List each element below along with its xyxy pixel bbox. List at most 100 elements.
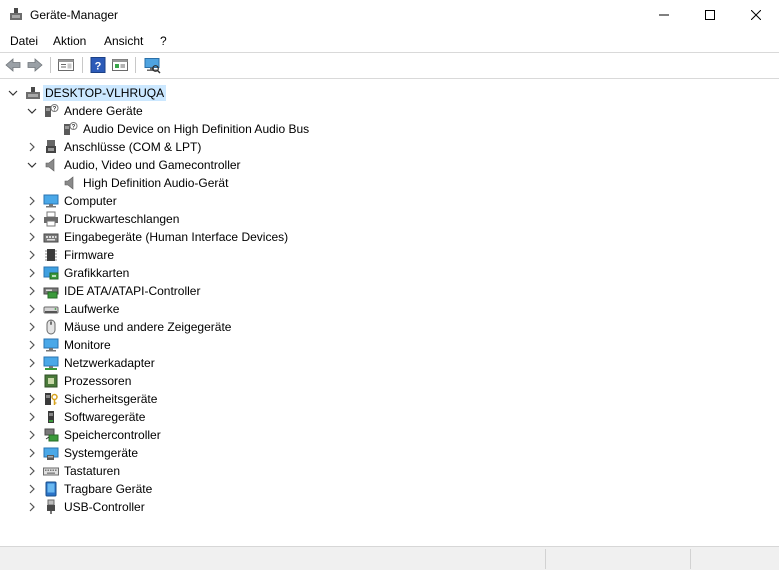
chevron-right-icon[interactable] (27, 466, 37, 476)
minimize-icon (659, 14, 669, 16)
tree-node-label: Netzwerkadapter (64, 356, 155, 370)
tree-node-anschluesse[interactable]: Anschlüsse (COM & LPT) (0, 138, 779, 156)
tree-node-label: Laufwerke (64, 302, 120, 316)
tree-node-grafikkarten[interactable]: Grafikkarten (0, 264, 779, 282)
menu-datei[interactable]: Datei (10, 34, 38, 48)
chevron-right-icon[interactable] (27, 412, 37, 422)
tree-node-computer[interactable]: Computer (0, 192, 779, 210)
svg-text:?: ? (53, 106, 57, 112)
tree-node-sicherheitsgeraete[interactable]: Sicherheitsgeräte (0, 390, 779, 408)
disk-drive-icon (43, 306, 59, 314)
chevron-right-icon[interactable] (27, 376, 37, 386)
chevron-right-icon[interactable] (27, 232, 37, 242)
chevron-right-icon[interactable] (27, 358, 37, 368)
computer-root-icon (26, 87, 40, 99)
computer-icon (43, 194, 59, 208)
chevron-right-icon[interactable] (27, 340, 37, 350)
tree-node-maeuse[interactable]: Mäuse und andere Zeigegeräte (0, 318, 779, 336)
tree-node-label: Andere Geräte (64, 104, 143, 118)
tree-node-label: Audio, Video und Gamecontroller (64, 158, 241, 172)
tree-node-label: Mäuse und andere Zeigegeräte (64, 320, 232, 334)
tree-root[interactable]: DESKTOP-VLHRUQA (0, 84, 779, 102)
printer-icon (44, 211, 58, 227)
network-adapter-icon (43, 356, 59, 370)
speaker-icon (64, 176, 74, 190)
device-manager-icon (10, 8, 22, 20)
speaker-icon (45, 158, 55, 172)
view-icon[interactable] (111, 56, 129, 74)
tree-root-label: DESKTOP-VLHRUQA (43, 85, 167, 101)
device-tree: DESKTOP-VLHRUQA ? Andere Geräte ? Audio … (0, 82, 779, 542)
chevron-down-icon[interactable] (27, 160, 37, 170)
chevron-right-icon[interactable] (27, 322, 37, 332)
chevron-right-icon[interactable] (27, 214, 37, 224)
status-separator (690, 549, 691, 569)
chevron-right-icon[interactable] (27, 142, 37, 152)
tree-node-prozessoren[interactable]: Prozessoren (0, 372, 779, 390)
mouse-icon (46, 319, 56, 335)
back-arrow-icon[interactable] (4, 56, 22, 74)
menu-ansicht[interactable]: Ansicht (104, 34, 143, 48)
display-adapter-icon (43, 266, 59, 280)
tree-node-speichercontroller[interactable]: Speichercontroller (0, 426, 779, 444)
properties-icon[interactable] (57, 56, 75, 74)
tree-node-netzwerkadapter[interactable]: Netzwerkadapter (0, 354, 779, 372)
tree-node-label: Anschlüsse (COM & LPT) (64, 140, 202, 154)
chevron-right-icon[interactable] (27, 286, 37, 296)
chevron-right-icon[interactable] (27, 250, 37, 260)
chevron-right-icon[interactable] (27, 502, 37, 512)
menu-aktion[interactable]: Aktion (53, 34, 86, 48)
chevron-right-icon[interactable] (27, 484, 37, 494)
menu-help[interactable]: ? (160, 34, 167, 48)
tree-node-monitore[interactable]: Monitore (0, 336, 779, 354)
scan-hardware-icon[interactable] (143, 56, 161, 74)
maximize-button[interactable] (687, 0, 733, 30)
tree-node-druckwarteschlangen[interactable]: Druckwarteschlangen (0, 210, 779, 228)
tree-node-label: Tragbare Geräte (64, 482, 153, 496)
tree-node-andere-geraete[interactable]: ? Andere Geräte (0, 102, 779, 120)
tree-node-softwaregeraete[interactable]: Softwaregeräte (0, 408, 779, 426)
toolbar-separator (50, 57, 51, 73)
tree-node-label: Sicherheitsgeräte (64, 392, 158, 406)
software-device-icon (48, 411, 54, 423)
close-button[interactable] (733, 0, 779, 30)
tree-node-label: Tastaturen (64, 464, 121, 478)
tree-node-firmware[interactable]: Firmware (0, 246, 779, 264)
tree-node-usb-controller[interactable]: USB-Controller (0, 498, 779, 516)
port-icon (46, 140, 56, 153)
window-title: Geräte-Manager (30, 8, 119, 22)
portable-device-icon (45, 481, 57, 497)
hid-icon (43, 233, 59, 243)
chevron-right-icon[interactable] (27, 394, 37, 404)
tree-node-tastaturen[interactable]: Tastaturen (0, 462, 779, 480)
tree-node-label: Audio Device on High Definition Audio Bu… (83, 122, 310, 136)
minimize-button[interactable] (641, 0, 687, 30)
close-icon (751, 10, 761, 20)
chevron-right-icon[interactable] (27, 268, 37, 278)
tree-node-audio-video[interactable]: Audio, Video und Gamecontroller (0, 156, 779, 174)
tree-node-label: Prozessoren (64, 374, 132, 388)
forward-arrow-icon[interactable] (26, 56, 44, 74)
chevron-right-icon[interactable] (27, 196, 37, 206)
tree-node-systemgeraete[interactable]: Systemgeräte (0, 444, 779, 462)
tree-node-label: Grafikkarten (64, 266, 130, 280)
chevron-down-icon[interactable] (8, 88, 18, 98)
tree-node-label: Druckwarteschlangen (64, 212, 180, 226)
tree-node-eingabegeraete[interactable]: Eingabegeräte (Human Interface Devices) (0, 228, 779, 246)
tree-child-audio-device[interactable]: ? Audio Device on High Definition Audio … (0, 120, 779, 138)
tree-node-ide-ata[interactable]: IDE ATA/ATAPI-Controller (0, 282, 779, 300)
chevron-right-icon[interactable] (27, 430, 37, 440)
chevron-down-icon[interactable] (27, 106, 37, 116)
tree-node-tragbare-geraete[interactable]: Tragbare Geräte (0, 480, 779, 498)
tree-child-hd-audio[interactable]: High Definition Audio-Gerät (0, 174, 779, 192)
maximize-icon (705, 10, 715, 20)
menu-bar: Datei Aktion Ansicht ? (0, 30, 779, 52)
tree-node-laufwerke[interactable]: Laufwerke (0, 300, 779, 318)
security-device-icon (45, 393, 58, 405)
chevron-right-icon[interactable] (27, 448, 37, 458)
help-icon[interactable]: ? (89, 56, 107, 74)
chevron-right-icon[interactable] (27, 304, 37, 314)
unknown-device-icon: ? (64, 122, 78, 135)
processor-icon (44, 374, 58, 388)
toolbar-separator (82, 57, 83, 73)
